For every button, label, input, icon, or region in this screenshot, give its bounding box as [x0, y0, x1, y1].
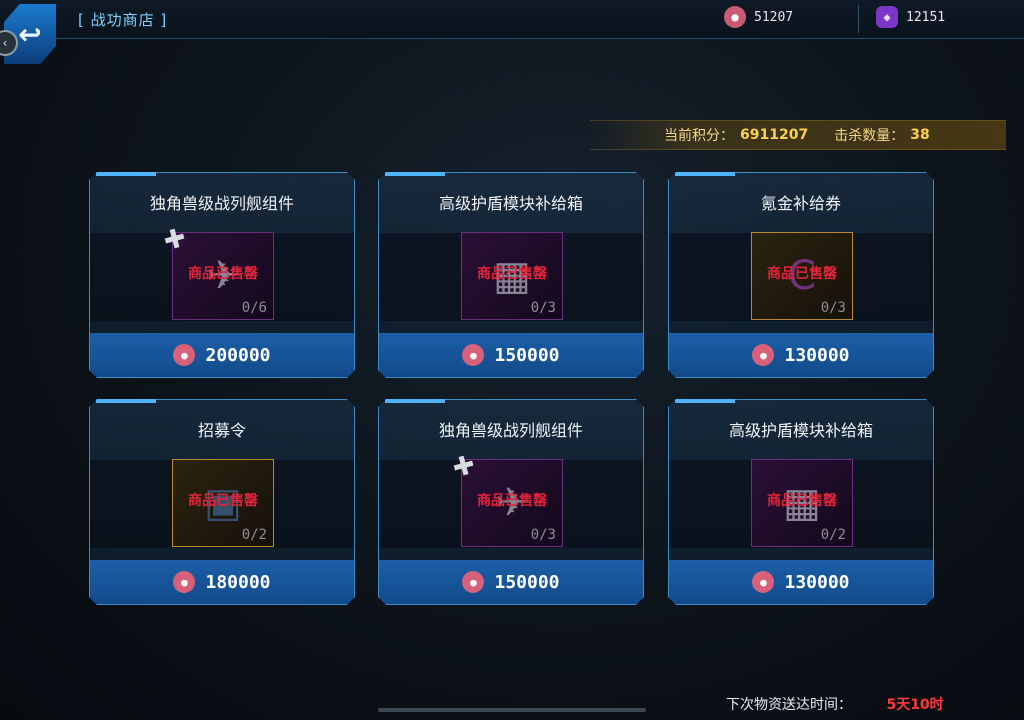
medal-icon: ● [752, 571, 774, 593]
medal-icon: ● [173, 571, 195, 593]
purchase-count: 0/3 [530, 527, 556, 543]
item-name: 招募令 [197, 421, 246, 440]
purchase-count: 0/3 [530, 300, 556, 316]
item-image: ▣ 商品已售罄 0/2 [172, 459, 274, 547]
item-image: C 商品已售罄 0/3 [751, 232, 853, 320]
medal-icon: ● [462, 571, 484, 593]
medal-icon: ● [173, 344, 195, 366]
sold-out-label: 商品已售罄 [188, 493, 258, 509]
item-image: ▦ 商品已售罄 0/3 [461, 232, 563, 320]
buy-button[interactable]: ● 180000 [90, 560, 354, 604]
restock-timer: 下次物资送达时间： 5天10时 [726, 694, 944, 714]
item-price: 150000 [494, 344, 560, 366]
item-price: 150000 [494, 571, 560, 593]
sold-out-label: 商品已售罄 [477, 266, 547, 282]
buy-button[interactable]: ● 130000 [669, 333, 933, 377]
purchase-count: 0/3 [820, 300, 846, 316]
buy-button[interactable]: ● 200000 [90, 333, 354, 377]
top-bar: ↩ ‹ [ 战功商店 ] ● 51207 ◆ 12151 [0, 0, 1024, 64]
item-price: 130000 [784, 571, 850, 593]
item-price: 200000 [205, 344, 271, 366]
gem-icon: ◆ [876, 6, 898, 28]
home-indicator [378, 708, 646, 712]
sold-out-label: 商品已售罄 [767, 493, 837, 509]
points-label: 当前积分： [664, 128, 734, 144]
sold-out-label: 商品已售罄 [188, 266, 258, 282]
back-arrow-icon: ↩ [18, 17, 42, 51]
medal-amount: 51207 [754, 9, 794, 25]
kills-label: 击杀数量： [834, 128, 905, 144]
buy-button[interactable]: ● 130000 [669, 560, 933, 604]
medal-icon: ● [724, 6, 746, 28]
shop-item-card[interactable]: 招募令 ▣ 商品已售罄 0/2 ● 180000 [89, 399, 355, 605]
gem-amount: 12151 [906, 9, 946, 25]
medal-icon: ● [752, 344, 774, 366]
buy-button[interactable]: ● 150000 [379, 560, 643, 604]
purchase-count: 0/2 [820, 527, 846, 543]
restock-label: 下次物资送达时间： [726, 697, 852, 713]
points-value: 6911207 [740, 127, 809, 143]
buy-button[interactable]: ● 150000 [379, 333, 643, 377]
medal-icon: ● [462, 344, 484, 366]
shop-item-card[interactable]: 独角兽级战列舰组件 ✈ 商品已售罄 0/3 ✚ ● 150000 [378, 399, 644, 605]
medal-currency: ● 51207 [724, 6, 793, 28]
item-name: 高级护盾模块补给箱 [438, 194, 583, 213]
kills-value: 38 [910, 127, 930, 143]
item-price: 130000 [784, 344, 850, 366]
score-strip: 当前积分： 6911207 击杀数量： 38 [590, 120, 1006, 150]
item-name: 高级护盾模块补给箱 [728, 421, 873, 440]
shop-item-card[interactable]: 高级护盾模块补给箱 ▦ 商品已售罄 0/2 ● 130000 [668, 399, 934, 605]
sold-out-label: 商品已售罄 [767, 266, 837, 282]
item-name: 氪金补给券 [760, 194, 841, 213]
item-price: 180000 [205, 571, 271, 593]
currency-divider [858, 5, 859, 33]
shop-item-card[interactable]: 氪金补给券 C 商品已售罄 0/3 ● 130000 [668, 172, 934, 378]
sold-out-label: 商品已售罄 [477, 493, 547, 509]
shop-item-card[interactable]: 独角兽级战列舰组件 ✈ 商品已售罄 0/6 ✚ ● 200000 [89, 172, 355, 378]
page-title: [ 战功商店 ] [78, 11, 168, 29]
item-name: 独角兽级战列舰组件 [438, 421, 583, 440]
item-name: 独角兽级战列舰组件 [149, 194, 294, 213]
purchase-count: 0/2 [241, 527, 267, 543]
shop-item-card[interactable]: 高级护盾模块补给箱 ▦ 商品已售罄 0/3 ● 150000 [378, 172, 644, 378]
restock-time: 5天10时 [886, 697, 944, 713]
purchase-count: 0/6 [241, 300, 267, 316]
gem-currency: ◆ 12151 [876, 6, 945, 28]
item-image: ▦ 商品已售罄 0/2 [751, 459, 853, 547]
